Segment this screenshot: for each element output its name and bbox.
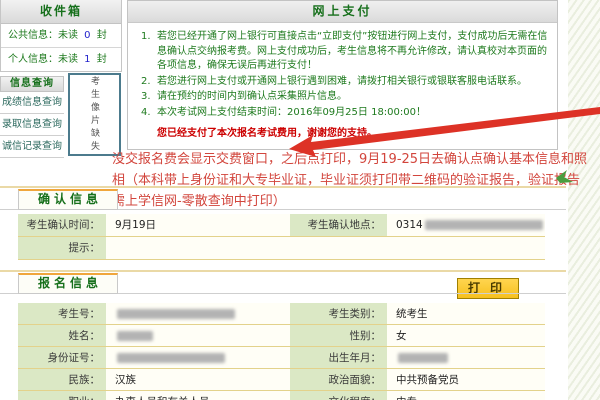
- payment-instructions: 1.若您已经开通了网上银行可直接点击“立即支付”按钮进行网上支付，支付成功后无需…: [128, 23, 557, 120]
- instruction-number: 1.: [141, 30, 157, 74]
- query-item-1[interactable]: 录取信息查询: [0, 114, 64, 136]
- instruction-text: 请在预约的时间内到确认点采集照片信息。: [157, 90, 549, 105]
- field-label: 性别：: [290, 325, 387, 347]
- field-value: 统考生: [387, 303, 545, 325]
- instruction-text: 若您已经开通了网上银行可直接点击“立即支付”按钮进行网上支付，支付成功后无需在信…: [157, 30, 549, 74]
- censored-value: [117, 331, 153, 341]
- query-item-0[interactable]: 成绩信息查询: [0, 92, 64, 114]
- inbox-row[interactable]: 个人信息：未读 1 封: [1, 48, 121, 71]
- inbox-unit: 封: [97, 54, 107, 65]
- field-value: [387, 347, 545, 369]
- field-value: 0314: [387, 214, 545, 237]
- tab-confirm-info: 确认信息: [18, 189, 118, 210]
- table-row: 姓名： 性别：女: [18, 325, 545, 347]
- info-query-title: 信息查询: [0, 76, 64, 92]
- inbox-rows: 公共信息：未读 0 封个人信息：未读 1 封: [1, 24, 121, 71]
- paid-notice: 您已经支付了本次报名考试费用，谢谢您的支持。: [157, 124, 557, 139]
- field-value: 汉族: [106, 369, 290, 391]
- table-row: 职业：办事人员和有关人员文化程度：中专: [18, 391, 545, 400]
- online-payment-panel: 网上支付 1.若您已经开通了网上银行可直接点击“立即支付”按钮进行网上支付，支付…: [127, 0, 558, 150]
- info-query-panel: 信息查询 成绩信息查询录取信息查询诚信记录查询: [0, 76, 64, 158]
- inbox-panel: 收件箱 公共信息：未读 0 封个人信息：未读 1 封: [0, 0, 122, 72]
- field-label: 考生确认地点：: [290, 214, 387, 237]
- field-value: 办事人员和有关人员: [106, 391, 290, 400]
- inbox-row[interactable]: 公共信息：未读 0 封: [1, 24, 121, 48]
- payment-instruction: 1.若您已经开通了网上银行可直接点击“立即支付”按钮进行网上支付，支付成功后无需…: [141, 30, 549, 74]
- payment-instruction: 4.本次考试网上支付结束时间：2016年09月25日 18:00:00！: [141, 106, 549, 121]
- photo-missing-box: 考生像片缺失: [68, 73, 121, 156]
- instruction-text: 若您进行网上支付或开通网上银行遇到困难，请拨打相关银行或银联客服电话联系。: [157, 75, 549, 90]
- field-value: 中专: [387, 391, 545, 400]
- field-label: 职业：: [18, 391, 106, 400]
- field-value: [106, 237, 545, 260]
- exam-registration-page: 收件箱 公共信息：未读 0 封个人信息：未读 1 封 信息查询 成绩信息查询录取…: [0, 0, 600, 400]
- field-label: 提示：: [18, 237, 106, 260]
- censored-value: [398, 353, 448, 363]
- inbox-row-label: 个人信息：未读: [8, 54, 78, 65]
- instruction-number: 2.: [141, 75, 157, 90]
- payment-instruction: 3.请在预约的时间内到确认点采集照片信息。: [141, 90, 549, 105]
- confirm-info-table: 考生确认时间：9月19日考生确认地点：0314提示：: [18, 214, 545, 260]
- field-label: 民族：: [18, 369, 106, 391]
- field-label: 政治面貌：: [290, 369, 387, 391]
- field-value: [106, 303, 290, 325]
- photo-missing-text: 考生像片缺失: [88, 76, 101, 154]
- query-item-2[interactable]: 诚信记录查询: [0, 136, 64, 158]
- field-value: 女: [387, 325, 545, 347]
- table-row: 考生确认时间：9月19日考生确认地点：0314: [18, 214, 545, 237]
- table-row: 身份证号： 出生年月：: [18, 347, 545, 369]
- signup-info-section: 报名信息 打印 考生号：考生类别：统考生姓名：性别：女身份证号：出生年月：民族：…: [0, 270, 566, 400]
- field-value: 中共预备党员: [387, 369, 545, 391]
- censored-value: [117, 309, 235, 319]
- tab-signup-info: 报名信息: [18, 273, 118, 294]
- field-label: 考生类别：: [290, 303, 387, 325]
- field-label: 考生确认时间：: [18, 214, 106, 237]
- table-row: 提示：: [18, 237, 545, 260]
- field-label: 身份证号：: [18, 347, 106, 369]
- field-value: 9月19日: [106, 214, 290, 237]
- online-payment-title: 网上支付: [128, 1, 557, 23]
- info-query-menu: 成绩信息查询录取信息查询诚信记录查询: [0, 92, 64, 158]
- inbox-unread-count: 1: [78, 54, 97, 65]
- inbox-unread-count: 0: [78, 30, 97, 41]
- field-label: 文化程度：: [290, 391, 387, 400]
- print-button[interactable]: 打印: [457, 278, 519, 299]
- inbox-unit: 封: [97, 30, 107, 41]
- instruction-number: 4.: [141, 106, 157, 121]
- field-label: 考生号：: [18, 303, 106, 325]
- confirm-info-section: 确认信息 考生确认时间：9月19日考生确认地点：0314提示：: [0, 186, 566, 260]
- instruction-text: 本次考试网上支付结束时间：2016年09月25日 18:00:00！: [157, 106, 549, 121]
- inbox-title: 收件箱: [1, 0, 121, 24]
- inbox-row-label: 公共信息：未读: [8, 30, 78, 41]
- table-row: 考生号： 考生类别：统考生: [18, 303, 545, 325]
- censored-value: [117, 353, 225, 363]
- payment-instruction: 2.若您进行网上支付或开通网上银行遇到困难，请拨打相关银行或银联客服电话联系。: [141, 75, 549, 90]
- field-label: 姓名：: [18, 325, 106, 347]
- signup-info-table: 考生号：考生类别：统考生姓名：性别：女身份证号：出生年月：民族：汉族政治面貌：中…: [18, 303, 545, 400]
- annotation-line: 没交报名费会显示交费窗口，之后点打印，9月19-25日去确认点确认基本信息和照: [112, 149, 598, 170]
- censored-value: [425, 220, 543, 230]
- table-row: 民族：汉族政治面貌：中共预备党员: [18, 369, 545, 391]
- instruction-number: 3.: [141, 90, 157, 105]
- field-value: [106, 347, 290, 369]
- field-label: 出生年月：: [290, 347, 387, 369]
- field-value: [106, 325, 290, 347]
